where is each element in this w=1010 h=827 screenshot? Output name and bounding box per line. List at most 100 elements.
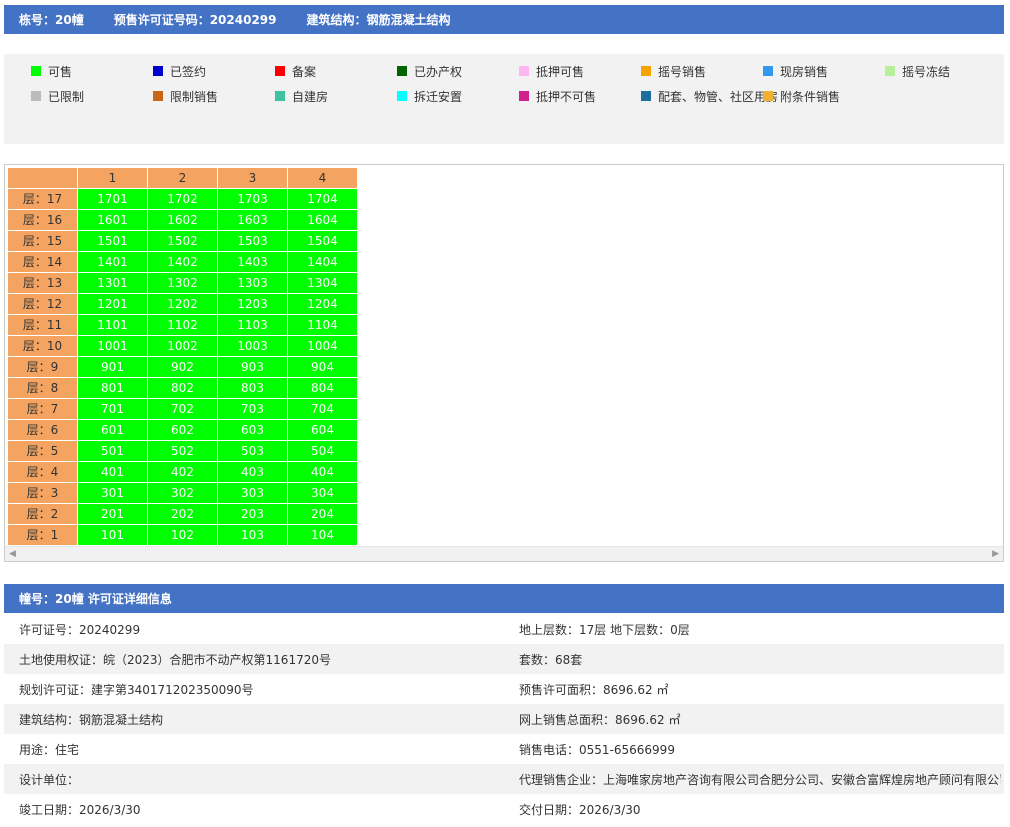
floor-label: 层：14 [7,251,78,273]
unit-cell[interactable]: 503 [217,440,288,462]
unit-cell[interactable]: 1704 [287,188,358,210]
unit-cell[interactable]: 1104 [287,314,358,336]
detail-row: 设计单位： 代理销售企业：上海唯家房地产咨询有限公司合肥分公司、安徽合富辉煌房地产… [4,764,1004,794]
unit-cell[interactable]: 302 [147,482,218,504]
unit-cell[interactable]: 902 [147,356,218,378]
unit-cell[interactable]: 702 [147,398,218,420]
unit-cell[interactable]: 901 [77,356,148,378]
unit-cell[interactable]: 1504 [287,230,358,252]
unit-cell[interactable]: 802 [147,377,218,399]
detail-left-field: 土地使用权证：皖（2023）合肥市不动产权第1161720号 [19,652,331,667]
unit-cell[interactable]: 603 [217,419,288,441]
unit-cell[interactable]: 203 [217,503,288,525]
unit-cell[interactable]: 1503 [217,230,288,252]
unit-cell[interactable]: 404 [287,461,358,483]
unit-cell[interactable]: 803 [217,377,288,399]
building-structure: 建筑结构：钢筋混凝土结构 [306,13,451,27]
unit-cell[interactable]: 201 [77,503,148,525]
unit-cell[interactable]: 1304 [287,272,358,294]
unit-cell[interactable]: 101 [77,524,148,546]
unit-cell[interactable]: 604 [287,419,358,441]
unit-cell[interactable]: 1003 [217,335,288,357]
unit-cell[interactable]: 602 [147,419,218,441]
unit-cell[interactable]: 303 [217,482,288,504]
unit-cell[interactable]: 104 [287,524,358,546]
detail-left-field: 规划许可证：建字第340171202350090号 [19,682,254,697]
unit-cell[interactable]: 1303 [217,272,288,294]
detail-left-field: 设计单位： [19,772,80,787]
unit-grid-panel: 1 2 3 4 层：17 1701 1702 1703 1704 层：16 1601 1602 1603… [4,164,1004,562]
unit-cell[interactable]: 1501 [77,230,148,252]
unit-cell[interactable]: 701 [77,398,148,420]
unit-cell[interactable]: 504 [287,440,358,462]
legend-label: 拆迁安置 [414,89,463,104]
unit-cell[interactable]: 1602 [147,209,218,231]
scroll-left-arrow-icon[interactable]: ◀ [9,549,16,559]
unit-cell[interactable]: 1102 [147,314,218,336]
unit-cell[interactable]: 1301 [77,272,148,294]
unit-cell[interactable]: 1404 [287,251,358,273]
legend-label: 已签约 [170,64,207,79]
unit-cell[interactable]: 1202 [147,293,218,315]
unit-cell[interactable]: 1401 [77,251,148,273]
floor-label: 层：12 [7,293,78,315]
floor-label: 层：5 [7,440,78,462]
legend-label: 自建房 [292,89,329,104]
unit-cell[interactable]: 1702 [147,188,218,210]
unit-cell[interactable]: 1204 [287,293,358,315]
unit-cell[interactable]: 103 [217,524,288,546]
unit-cell[interactable]: 1502 [147,230,218,252]
unit-cell[interactable]: 1403 [217,251,288,273]
unit-cell[interactable]: 1001 [77,335,148,357]
unit-cell[interactable]: 703 [217,398,288,420]
unit-cell[interactable]: 903 [217,356,288,378]
unit-cell[interactable]: 1603 [217,209,288,231]
unit-cell[interactable]: 1101 [77,314,148,336]
unit-cell[interactable]: 202 [147,503,218,525]
legend-label: 已办产权 [414,64,463,79]
unit-cell[interactable]: 1203 [217,293,288,315]
unit-cell[interactable]: 1201 [77,293,148,315]
unit-cell[interactable]: 1701 [77,188,148,210]
floor-label: 层：1 [7,524,78,546]
unit-cell[interactable]: 1004 [287,335,358,357]
unit-cell[interactable]: 502 [147,440,218,462]
unit-cell[interactable]: 601 [77,419,148,441]
legend-item: 自建房 [275,88,328,104]
unit-cell[interactable]: 804 [287,377,358,399]
unit-cell[interactable]: 1601 [77,209,148,231]
unit-cell[interactable]: 102 [147,524,218,546]
floor-row: 层：1 101 102 103 104 [7,524,358,546]
unit-cell[interactable]: 402 [147,461,218,483]
unit-cell[interactable]: 501 [77,440,148,462]
detail-row: 建筑结构：钢筋混凝土结构 网上销售总面积：8696.62 ㎡ [4,704,1004,734]
permit-details-title: 幢号：20幢 许可证详细信息 [19,592,172,606]
unit-cell[interactable]: 403 [217,461,288,483]
unit-cell[interactable]: 1402 [147,251,218,273]
unit-cell[interactable]: 1703 [217,188,288,210]
unit-cell[interactable]: 904 [287,356,358,378]
unit-cell[interactable]: 704 [287,398,358,420]
unit-cell[interactable]: 204 [287,503,358,525]
unit-cell[interactable]: 1103 [217,314,288,336]
legend-swatch [519,66,529,76]
unit-cell[interactable]: 1002 [147,335,218,357]
unit-cell[interactable]: 401 [77,461,148,483]
legend-item: 可售 [31,63,72,79]
unit-cell[interactable]: 1604 [287,209,358,231]
unit-cell[interactable]: 801 [77,377,148,399]
floor-label: 层：2 [7,503,78,525]
unit-cell[interactable]: 304 [287,482,358,504]
floor-row: 层：3 301 302 303 304 [7,482,358,504]
unit-cell[interactable]: 301 [77,482,148,504]
scroll-right-arrow-icon[interactable]: ▶ [992,549,999,559]
detail-right-field: 销售电话：0551-65666999 [519,742,675,757]
floor-label: 层：10 [7,335,78,357]
legend-label: 摇号冻结 [902,64,951,79]
horizontal-scrollbar[interactable]: ◀ ▶ [5,546,1003,561]
floor-label: 层：11 [7,314,78,336]
floor-row: 层：6 601 602 603 604 [7,419,358,441]
legend-swatch [31,91,41,101]
legend-swatch [763,66,773,76]
unit-cell[interactable]: 1302 [147,272,218,294]
